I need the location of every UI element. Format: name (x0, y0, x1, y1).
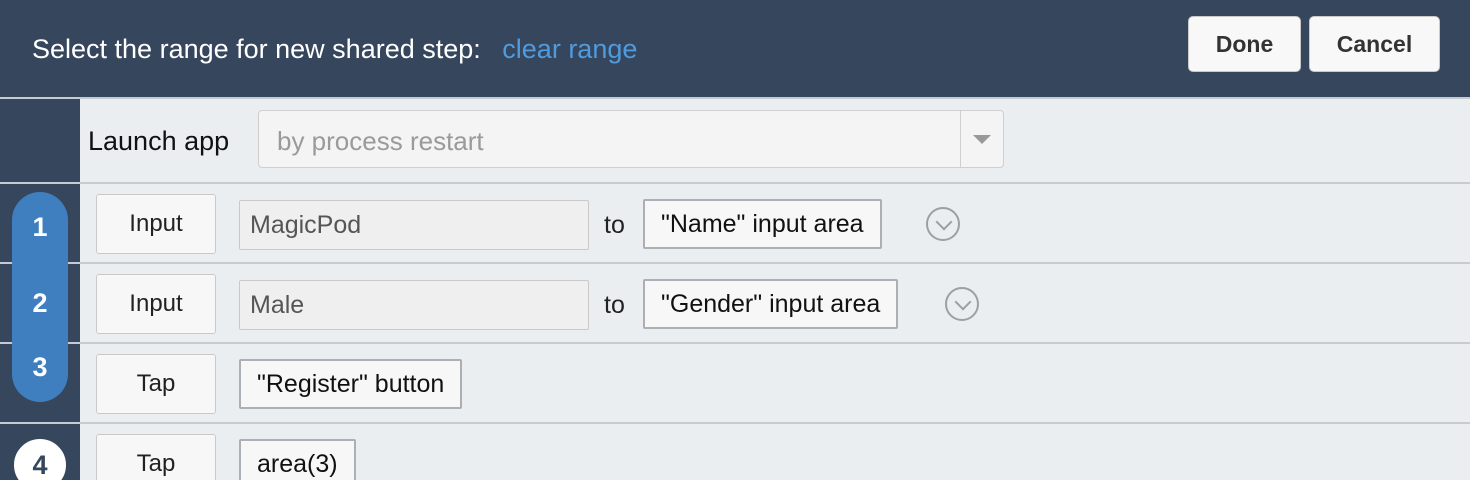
launch-mode-select[interactable]: by process restart (258, 110, 1004, 168)
chevron-down-icon[interactable] (945, 287, 979, 321)
step-1-to-label: to (604, 211, 625, 239)
step-1-value-field[interactable]: MagicPod (239, 200, 589, 250)
range-prompt-text: Select the range for new shared step: (32, 34, 481, 64)
step-3-target[interactable]: "Register" button (239, 359, 463, 409)
step-1-action-button[interactable]: Input (96, 194, 216, 254)
cancel-button[interactable]: Cancel (1309, 16, 1440, 72)
row-divider (0, 422, 1470, 424)
step-4-action-button[interactable]: Tap (96, 434, 216, 480)
range-selection-header: Select the range for new shared step: cl… (0, 0, 1470, 98)
step-2-to-label: to (604, 291, 625, 319)
launch-mode-value: by process restart (277, 126, 484, 156)
row-divider (0, 342, 1470, 344)
select-divider (960, 111, 961, 167)
caret-down-icon[interactable] (973, 135, 991, 144)
row-divider (0, 182, 1470, 184)
row-divider (0, 262, 1470, 264)
clear-range-link[interactable]: clear range (502, 34, 637, 64)
step-number-1[interactable]: 1 (12, 212, 68, 243)
step-number-2[interactable]: 2 (12, 288, 68, 319)
step-4-target[interactable]: area(3) (239, 439, 356, 480)
step-2-value-field[interactable]: Male (239, 280, 589, 330)
step-1-target[interactable]: "Name" input area (643, 199, 882, 249)
done-button[interactable]: Done (1188, 16, 1301, 72)
step-3-action-button[interactable]: Tap (96, 354, 216, 414)
launch-app-label: Launch app (88, 126, 230, 156)
step-2-target[interactable]: "Gender" input area (643, 279, 899, 329)
step-number-3[interactable]: 3 (12, 352, 68, 383)
row-divider (0, 97, 1470, 99)
step-2-action-button[interactable]: Input (96, 274, 216, 334)
chevron-down-icon[interactable] (926, 207, 960, 241)
range-prompt: Select the range for new shared step: cl… (32, 34, 637, 65)
